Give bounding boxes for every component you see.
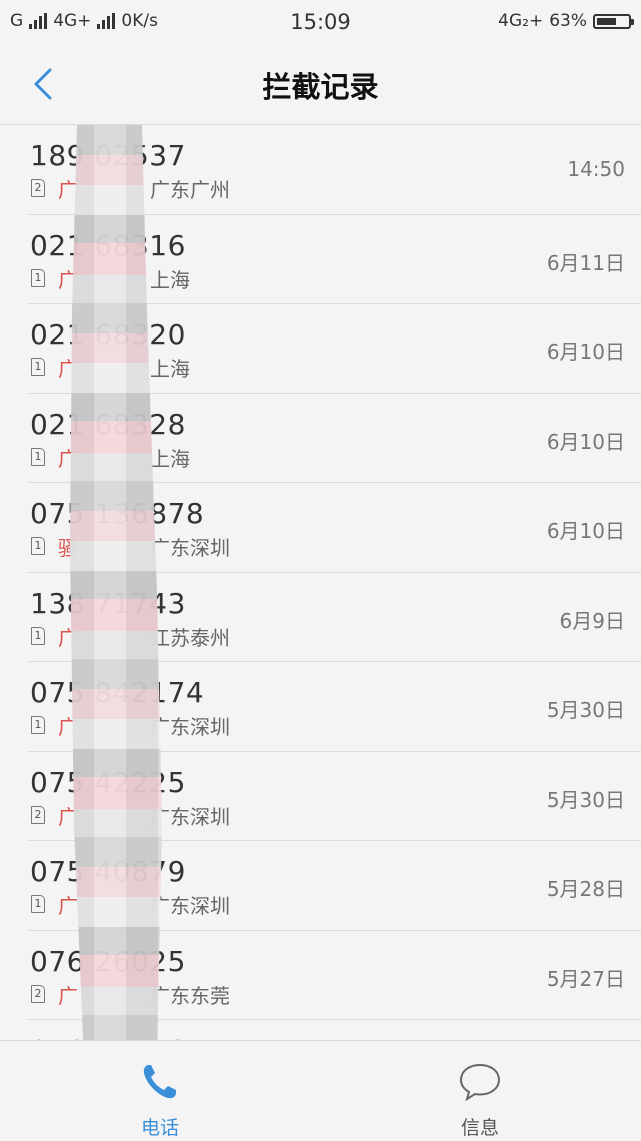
- sim-card-icon: 2: [31, 179, 45, 197]
- call-date: 6月10日: [546, 519, 625, 543]
- call-location: 上海: [150, 446, 190, 471]
- call-location: 广东深圳: [150, 804, 230, 829]
- call-date: 6月10日: [546, 429, 625, 454]
- header: 拦截记录: [0, 44, 641, 125]
- battery-icon: [593, 13, 634, 29]
- page-title: 拦截记录: [262, 70, 379, 104]
- message-bubble-icon: [459, 1063, 501, 1102]
- call-location: 广东广州: [150, 178, 230, 202]
- call-location: 江苏泰州: [150, 625, 230, 650]
- call-date: 5月30日: [546, 787, 625, 812]
- call-location: 广东深圳: [150, 894, 230, 918]
- sim-card-icon: 2: [31, 805, 45, 824]
- call-date: 5月30日: [546, 698, 625, 722]
- sim-card-icon: 2: [31, 984, 45, 1003]
- sim-card-icon: 1: [31, 626, 45, 645]
- bottom-nav: 电话 信息: [0, 1040, 641, 1141]
- battery-level: [597, 17, 616, 25]
- block-tag: 广: [58, 983, 78, 1008]
- block-tag: 广: [58, 178, 78, 202]
- call-location: 广东东莞: [150, 983, 230, 1008]
- sim-card-icon: 1: [31, 716, 45, 734]
- call-location: 上海: [150, 267, 190, 292]
- call-location: 广东深圳: [150, 536, 230, 560]
- sim-card-icon: 1: [31, 358, 45, 376]
- tab-phone[interactable]: 电话: [0, 1041, 320, 1141]
- sim-card-icon: 1: [31, 447, 45, 466]
- call-date: 6月9日: [559, 608, 625, 633]
- status-right: 4G₂+ 63%: [498, 11, 634, 31]
- call-date: 14:50: [567, 157, 625, 181]
- sim-card-icon: 1: [31, 268, 45, 287]
- sim-card-icon: 1: [31, 895, 45, 913]
- tab-phone-label: 电话: [140, 1117, 179, 1139]
- phone-icon: [143, 1065, 176, 1099]
- block-tag: 广: [58, 894, 78, 918]
- call-location: 广东深圳: [150, 715, 230, 739]
- call-date: 5月27日: [546, 966, 625, 991]
- call-location: 上海: [150, 357, 190, 381]
- sim-card-icon: 1: [31, 537, 45, 555]
- call-date: 5月28日: [546, 877, 625, 901]
- call-date: 6月10日: [546, 340, 625, 364]
- call-date: 6月11日: [546, 250, 625, 275]
- battery-percent: 63%: [549, 11, 587, 31]
- status-bar: G 4G+ 0K/s 15:09 4G₂+ 63%: [0, 0, 641, 44]
- tab-messages-label: 信息: [460, 1117, 499, 1139]
- network-type-3: 4G₂+: [498, 11, 544, 31]
- tab-messages[interactable]: 信息: [320, 1041, 640, 1141]
